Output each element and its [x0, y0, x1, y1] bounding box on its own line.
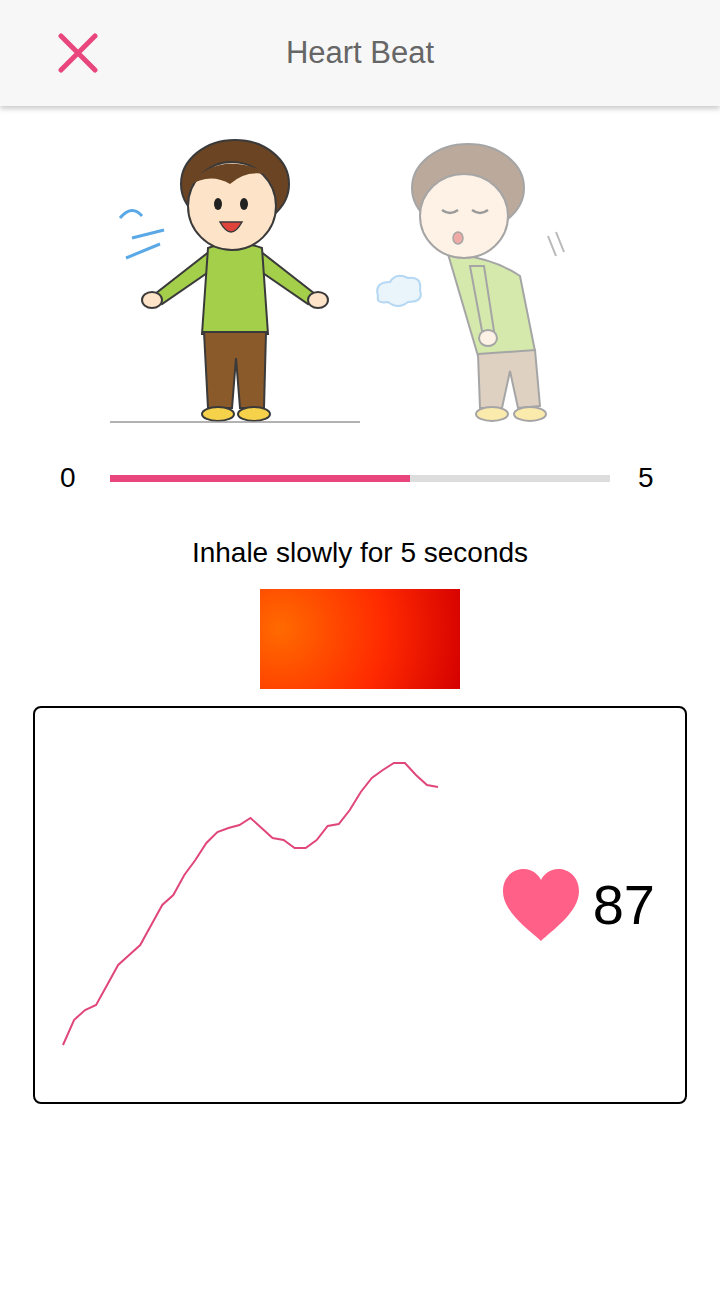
- heart-icon: [501, 867, 581, 943]
- app: Heart Beat05Inhale slowly for 5 seconds8…: [0, 0, 720, 1301]
- progress-max: 5: [610, 457, 654, 499]
- heart-reading: 87: [501, 863, 655, 947]
- progress-track: [110, 475, 610, 482]
- illustration: [0, 106, 720, 426]
- header: Heart Beat: [0, 0, 720, 106]
- chart-box: 87: [33, 706, 687, 1104]
- close-button[interactable]: [56, 31, 100, 75]
- color-swatch: [260, 589, 460, 689]
- progress-fill: [110, 475, 410, 482]
- exhale-figure-icon: [370, 126, 570, 426]
- heart-rate-chart: [35, 708, 475, 1102]
- bpm-reading: 87: [593, 863, 655, 947]
- progress-row: 05: [0, 458, 720, 498]
- instruction: Inhale slowly for 5 seconds: [0, 535, 720, 571]
- close-icon: [58, 33, 98, 73]
- header-title: Heart Beat: [286, 30, 434, 77]
- progress-min: 0: [0, 457, 110, 499]
- inhale-figure-icon: [110, 126, 360, 426]
